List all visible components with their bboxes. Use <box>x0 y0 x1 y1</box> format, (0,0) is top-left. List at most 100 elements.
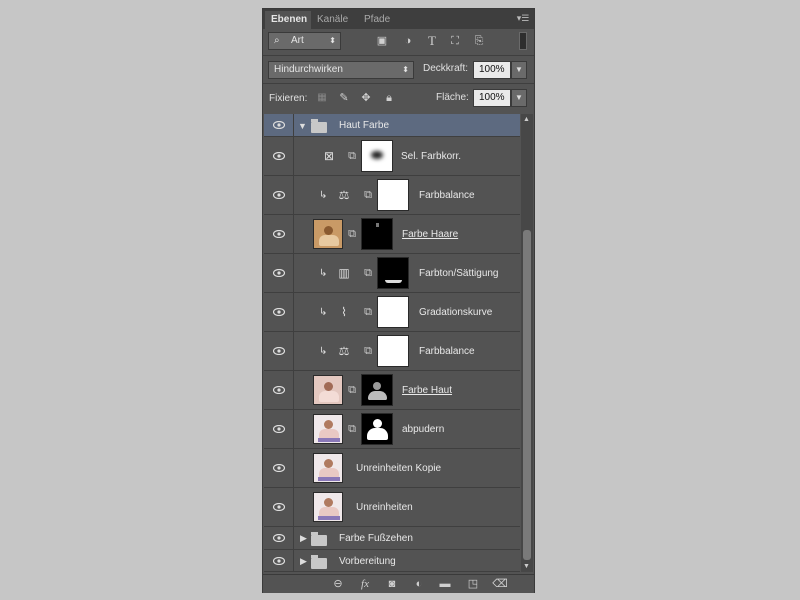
layer-mask-thumbnail[interactable] <box>377 257 409 289</box>
fx-icon[interactable]: fx <box>357 577 373 591</box>
layer-image-thumbnail[interactable] <box>313 375 343 405</box>
layer-name: Farbbalance <box>419 346 475 357</box>
filter-toggle-switch[interactable] <box>519 32 527 50</box>
divider <box>263 83 534 84</box>
visibility-eye-icon[interactable] <box>264 488 294 526</box>
link-chain-icon[interactable]: ⧉ <box>348 150 356 162</box>
layer-mask-thumbnail[interactable] <box>377 296 409 328</box>
layer-row-farbbalance-2[interactable]: ↳ ⚖ ⧉ Farbbalance <box>264 332 520 371</box>
clipping-arrow-icon: ↳ <box>319 307 328 318</box>
fill-label: Fläche: <box>436 92 469 103</box>
layer-row-vorbereitung[interactable]: ▶ Vorbereitung <box>264 550 520 572</box>
layer-image-thumbnail[interactable] <box>313 219 343 249</box>
selective-color-icon: ⊠ <box>323 149 335 163</box>
layers-scrollbar[interactable]: ▲ ▼ <box>521 114 533 572</box>
layer-name: Farbe Haare <box>402 229 459 240</box>
layer-row-haut-farbe[interactable]: ▼ Haut Farbe <box>264 114 520 137</box>
layer-mask-thumbnail[interactable] <box>377 179 409 211</box>
visibility-eye-icon[interactable] <box>264 293 294 331</box>
color-balance-icon: ⚖ <box>338 344 350 358</box>
layer-name: Farbton/Sättigung <box>419 268 499 279</box>
chevron-right-icon[interactable]: ▶ <box>300 556 307 567</box>
layer-mask-thumbnail[interactable] <box>361 218 393 250</box>
layer-name: Sel. Farbkorr. <box>401 151 462 162</box>
layer-row-farbton-saettigung[interactable]: ↳ ▥ ⧉ Farbton/Sättigung <box>264 254 520 293</box>
lock-all-icon[interactable]: 🔒︎ <box>382 91 396 105</box>
link-chain-icon[interactable]: ⧉ <box>364 306 372 318</box>
opacity-label: Deckkraft: <box>423 63 469 74</box>
visibility-eye-icon[interactable] <box>264 550 294 571</box>
visibility-eye-icon[interactable] <box>264 176 294 214</box>
visibility-eye-icon[interactable] <box>264 410 294 448</box>
layer-image-thumbnail[interactable] <box>313 414 343 444</box>
layer-row-sel-farbkorr[interactable]: ⊠ ⧉ Sel. Farbkorr. <box>264 137 520 176</box>
layer-row-farbe-haare[interactable]: ⧉ Farbe Haare <box>264 215 520 254</box>
visibility-eye-icon[interactable] <box>264 332 294 370</box>
new-layer-icon[interactable]: ◳ <box>465 577 481 591</box>
trash-icon[interactable]: ⌫ <box>492 577 508 591</box>
scrollbar-thumb[interactable] <box>523 230 531 560</box>
opacity-dropdown-button[interactable]: ▼ <box>511 61 527 79</box>
layer-row-farbe-fusszehen[interactable]: ▶ Farbe Fußzehen <box>264 527 520 550</box>
fill-input[interactable]: 100% <box>473 89 511 107</box>
lock-pixels-icon[interactable]: ✎ <box>337 91 351 105</box>
visibility-eye-icon[interactable] <box>264 215 294 253</box>
layer-mask-thumbnail[interactable] <box>361 413 393 445</box>
visibility-eye-icon[interactable] <box>264 114 294 136</box>
layer-row-farbbalance[interactable]: ↳ ⚖ ⧉ Farbbalance <box>264 176 520 215</box>
layer-row-farbe-haut[interactable]: ⧉ Farbe Haut <box>264 371 520 410</box>
tab-pfade[interactable]: Pfade <box>358 11 394 29</box>
layer-name: Haut Farbe <box>339 120 390 131</box>
visibility-eye-icon[interactable] <box>264 449 294 487</box>
link-chain-icon[interactable]: ⧉ <box>364 345 372 357</box>
chevron-updown-icon: ⬍ <box>402 65 409 74</box>
clipping-arrow-icon: ↳ <box>319 346 328 357</box>
mask-icon[interactable]: ◙ <box>384 577 400 591</box>
layer-row-unreinheiten-kopie[interactable]: Unreinheiten Kopie <box>264 449 520 488</box>
link-chain-icon[interactable]: ⧉ <box>364 189 372 201</box>
link-chain-icon[interactable]: ⧉ <box>364 267 372 279</box>
new-group-icon[interactable]: ▬ <box>437 577 453 591</box>
scroll-up-icon[interactable]: ▲ <box>523 116 530 123</box>
color-balance-icon: ⚖ <box>338 188 350 202</box>
scroll-down-icon[interactable]: ▼ <box>523 563 530 570</box>
smartobject-filter-icon[interactable]: ⎘ <box>472 34 486 48</box>
panel-menu-icon[interactable]: ▾☰ <box>516 13 530 23</box>
tab-bar: Ebenen Kanäle Pfade ▾☰ <box>263 9 534 29</box>
layer-row-gradationskurve[interactable]: ↳ ⌇ ⧉ Gradationskurve <box>264 293 520 332</box>
chevron-down-icon[interactable]: ▼ <box>298 121 307 131</box>
chevron-right-icon[interactable]: ▶ <box>300 533 307 544</box>
visibility-eye-icon[interactable] <box>264 137 294 175</box>
link-chain-icon[interactable]: ⧉ <box>348 228 356 240</box>
visibility-eye-icon[interactable] <box>264 371 294 409</box>
image-filter-icon[interactable]: ▣ <box>375 34 389 48</box>
layers-list: ▼ Haut Farbe ⊠ ⧉ Sel. Farbkorr. ↳ ⚖ ⧉ Fa… <box>264 114 520 572</box>
layer-mask-thumbnail[interactable] <box>361 374 393 406</box>
link-chain-icon[interactable]: ⧉ <box>348 384 356 396</box>
layer-row-abpudern[interactable]: ⧉ abpudern <box>264 410 520 449</box>
tab-kanaele[interactable]: Kanäle <box>311 11 356 29</box>
link-icon[interactable]: ⊖ <box>330 577 346 591</box>
visibility-eye-icon[interactable] <box>264 527 294 549</box>
layers-panel: Ebenen Kanäle Pfade ▾☰ ⌕ Art ⬍ ▣ ◑ T ⛶ ⎘… <box>262 8 535 593</box>
adjustment-filter-icon[interactable]: ◑ <box>401 34 415 48</box>
link-chain-icon[interactable]: ⧉ <box>348 423 356 435</box>
adjustment-icon[interactable]: ◐ <box>411 577 427 591</box>
filter-kind-select[interactable]: ⌕ Art ⬍ <box>268 32 341 50</box>
visibility-eye-icon[interactable] <box>264 254 294 292</box>
tab-ebenen[interactable]: Ebenen <box>265 11 311 29</box>
layer-name: abpudern <box>402 424 445 435</box>
shape-filter-icon[interactable]: ⛶ <box>448 34 462 48</box>
layer-image-thumbnail[interactable] <box>313 492 343 522</box>
layer-row-unreinheiten[interactable]: Unreinheiten <box>264 488 520 527</box>
opacity-input[interactable]: 100% <box>473 61 511 79</box>
blend-mode-select[interactable]: Hindurchwirken ⬍ <box>268 61 414 79</box>
lock-transparency-icon[interactable]: ▦ <box>315 91 329 105</box>
clipping-arrow-icon: ↳ <box>319 268 328 279</box>
layer-mask-thumbnail[interactable] <box>377 335 409 367</box>
lock-position-icon[interactable]: ✥ <box>359 91 373 105</box>
layer-image-thumbnail[interactable] <box>313 453 343 483</box>
fill-dropdown-button[interactable]: ▼ <box>511 89 527 107</box>
text-filter-icon[interactable]: T <box>425 34 439 48</box>
layer-mask-thumbnail[interactable] <box>361 140 393 172</box>
